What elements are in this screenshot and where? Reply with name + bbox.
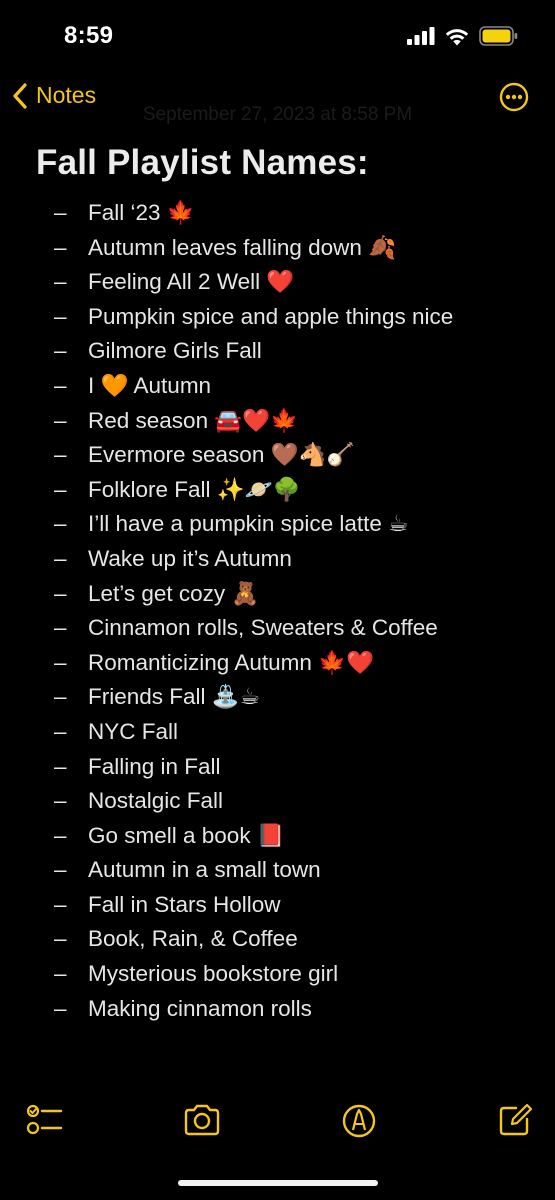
compose-icon xyxy=(499,1103,533,1136)
list-item-text: Evermore season 🤎🐴🪕 xyxy=(88,442,355,468)
list-item-text: Falling in Fall xyxy=(88,753,221,779)
list-item-text: Pumpkin spice and apple things nice xyxy=(88,303,454,329)
list-item-text: Making cinnamon rolls xyxy=(88,995,312,1021)
list-bullet-dash: – xyxy=(54,372,67,398)
list-item-text: Go smell a book 📕 xyxy=(88,822,285,848)
list-item-text: I’ll have a pumpkin spice latte ☕ xyxy=(88,511,409,537)
status-time: 8:59 xyxy=(64,22,114,49)
list-bullet-dash: – xyxy=(54,995,67,1021)
list-bullet-dash: – xyxy=(54,926,67,952)
status-icons xyxy=(407,26,519,46)
list-bullet-dash: – xyxy=(54,511,67,537)
list-bullet-dash: – xyxy=(54,234,67,260)
camera-icon xyxy=(184,1104,220,1136)
checklist-icon xyxy=(26,1104,63,1135)
list-bullet-dash: – xyxy=(54,961,67,987)
list-item-text: Book, Rain, & Coffee xyxy=(88,926,298,952)
list-bullet-dash: – xyxy=(54,615,67,641)
list-bullet-dash: – xyxy=(54,303,67,329)
list-bullet-dash: – xyxy=(54,649,67,675)
list-item-text: Nostalgic Fall xyxy=(88,788,224,814)
list-item-text: Let’s get cozy 🧸 xyxy=(88,580,260,606)
wifi-icon xyxy=(445,28,469,45)
list-bullet-dash: – xyxy=(54,788,67,814)
list-item-text: Mysterious bookstore girl xyxy=(88,961,339,987)
list-item-text: Red season 🚘❤️🍁 xyxy=(88,407,299,433)
note-title[interactable]: Fall Playlist Names: xyxy=(36,143,369,183)
list-bullet-dash: – xyxy=(54,857,67,883)
list-bullet-dash: – xyxy=(54,580,67,606)
list-item-text: I 🧡 Autumn xyxy=(88,372,212,398)
list-bullet-dash: – xyxy=(54,891,67,917)
list-item-text: Autumn leaves falling down 🍂 xyxy=(88,234,397,260)
list-item-text: Fall in Stars Hollow xyxy=(88,891,281,917)
list-item-text: Folklore Fall ✨🪐🌳 xyxy=(88,476,301,502)
list-bullet-dash: – xyxy=(54,684,67,710)
list-item-text: Cinnamon rolls, Sweaters & Coffee xyxy=(88,615,438,641)
list-item-text: Romanticizing Autumn 🍁❤️ xyxy=(88,649,375,675)
checklist-button[interactable] xyxy=(25,1100,65,1140)
status-bar: 8:59 xyxy=(0,0,555,70)
battery-icon xyxy=(479,26,518,46)
note-date: September 27, 2023 at 8:58 PM xyxy=(142,104,413,125)
list-item-text: Wake up it’s Autumn xyxy=(88,545,292,571)
list-item-text: Gilmore Girls Fall xyxy=(88,338,262,364)
bottom-toolbar xyxy=(0,1100,555,1144)
list-bullet-dash: – xyxy=(54,753,67,779)
compose-button[interactable] xyxy=(496,1100,536,1140)
list-item-text: Friends Fall ⛲☕ xyxy=(88,684,260,710)
list-bullet-dash: – xyxy=(54,407,67,433)
camera-button[interactable] xyxy=(182,1100,222,1140)
home-indicator[interactable] xyxy=(178,1180,378,1186)
list-item-text: NYC Fall xyxy=(88,718,179,744)
list-bullet-dash: – xyxy=(54,442,67,468)
list-item-text: Feeling All 2 Well ❤️ xyxy=(88,269,295,295)
list-bullet-dash: – xyxy=(54,476,67,502)
list-bullet-dash: – xyxy=(54,200,67,225)
markup-button[interactable] xyxy=(339,1100,379,1140)
list-item-text: Fall ‘23 🍁 xyxy=(88,200,195,225)
list-bullet-dash: – xyxy=(54,338,67,364)
list-item-text: Autumn in a small town xyxy=(88,857,321,883)
markup-pen-icon xyxy=(342,1104,376,1138)
cellular-signal-icon xyxy=(407,27,435,45)
list-bullet-dash: – xyxy=(54,822,67,848)
list-bullet-dash: – xyxy=(54,269,67,295)
list-bullet-dash: – xyxy=(54,718,67,744)
list-bullet-dash: – xyxy=(54,545,67,571)
